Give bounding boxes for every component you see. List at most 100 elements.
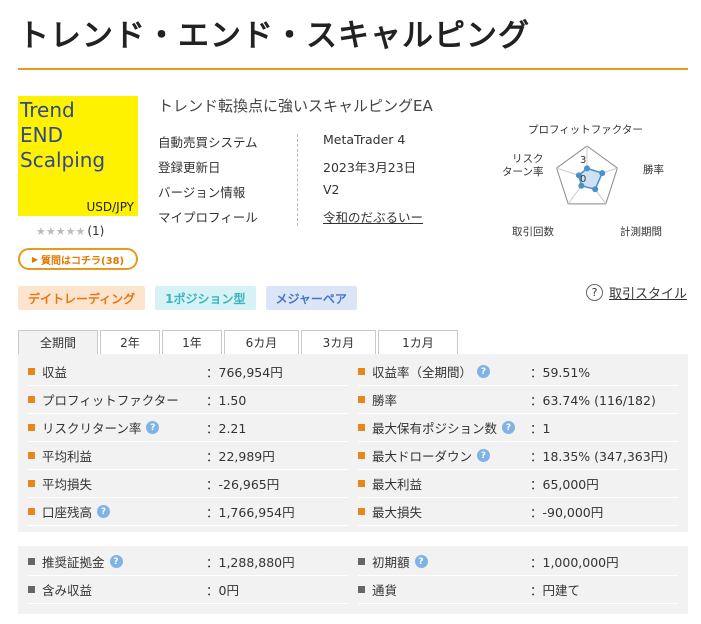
info-value: V2 (323, 182, 340, 197)
bullet-square-icon (28, 558, 35, 565)
bullet-square-icon (28, 424, 35, 431)
stat-value: ：1 (530, 421, 551, 436)
question-circle-icon: ? (586, 284, 603, 301)
stat-label: 最大ドローダウン? (372, 446, 491, 465)
tab-3-months[interactable]: 3カ月 (301, 330, 376, 354)
bullet-square-icon (28, 586, 35, 593)
stat-row: 勝率 ：63.74% (116/182) (358, 386, 678, 414)
help-icon[interactable]: ? (477, 449, 491, 462)
stat-row: 通貨 ：円建て (358, 576, 678, 604)
bullet-square-icon (28, 480, 35, 487)
trading-style-link[interactable]: ? 取引スタイル (586, 283, 687, 302)
stat-label-text: 口座残高 (42, 505, 93, 520)
stat-label-text: 収益 (42, 365, 68, 380)
tab-1-month[interactable]: 1カ月 (378, 330, 458, 354)
stat-value: ：円建て (530, 583, 581, 598)
radar-label-trades: 取引回数 (512, 226, 554, 238)
stat-label: 口座残高? (42, 502, 111, 521)
stat-label-text: 含み収益 (42, 583, 93, 598)
help-icon[interactable]: ? (109, 555, 123, 568)
stat-label-text: 最大保有ポジション数 (372, 421, 498, 436)
stat-row: 最大利益 ：65,000円 (358, 470, 678, 498)
page-title: トレンド・エンド・スキャルピング (18, 18, 530, 54)
tab-6-months[interactable]: 6カ月 (224, 330, 299, 354)
stat-label-text: リスクリターン率 (42, 421, 142, 436)
stat-row: 最大ドローダウン? ：18.35% (347,363円) (358, 442, 678, 470)
title-divider (18, 68, 688, 70)
tag-one-position[interactable]: 1ポジション型 (155, 286, 256, 310)
logo-line-3: Scalping (20, 148, 106, 172)
logo-line-1: Trend (20, 98, 75, 122)
info-value: 2023年3月23日 (323, 160, 417, 175)
radar-label-period: 計測期間 (620, 226, 662, 238)
style-tags: デイトレーディング 1ポジション型 メジャーペア (18, 286, 357, 310)
stat-value: ：-26,965円 (206, 477, 280, 492)
stat-label: 収益 (42, 362, 67, 381)
bullet-square-icon (28, 368, 35, 375)
account-panel: 推奨証拠金? ：1,288,880円 初期額? ：1,000,000円含み収益 ：0円 通… (18, 546, 688, 614)
stat-row: 含み収益 ：0円 (28, 576, 348, 604)
stat-label-text: 推奨証拠金 (42, 555, 105, 570)
radar-label-win: 勝率 (643, 164, 664, 176)
info-key: 登録更新日 (158, 160, 221, 175)
stat-label: 平均利益 (42, 446, 92, 465)
stat-row: 最大保有ポジション数? ：1 (358, 414, 678, 442)
help-icon[interactable]: ? (477, 365, 491, 378)
review-count: (1) (87, 224, 105, 238)
bullet-square-icon (358, 480, 365, 487)
stat-value: ：1,000,000円 (530, 555, 619, 570)
stat-value: ：0円 (206, 583, 239, 598)
info-row: バージョン情報 V2 (158, 182, 423, 207)
info-value: MetaTrader 4 (323, 132, 406, 147)
info-key: マイプロフィール (158, 210, 258, 225)
stat-label-text: 平均損失 (42, 477, 93, 492)
stat-label-text: 最大ドローダウン (372, 449, 473, 464)
stat-value: ：22,989円 (206, 449, 275, 464)
bullet-square-icon (358, 586, 365, 593)
info-row: 登録更新日 2023年3月23日 (158, 157, 423, 182)
triangle-right-icon: ▶ (31, 254, 39, 264)
stat-label: 初期額? (372, 552, 428, 571)
profile-link[interactable]: 令和のだぶるいー (323, 210, 423, 225)
stat-value: ：766,954円 (206, 365, 283, 380)
stat-label-text: 通貨 (372, 583, 398, 598)
radar-chart: 3 0 プロフィットファクター 勝率 計測期間 取引回数 リスク ターン率 (500, 116, 695, 246)
stat-value: ：1.50 (206, 393, 247, 408)
trading-style-link-label: 取引スタイル (609, 287, 688, 302)
radar-point-pf (584, 165, 590, 172)
tag-daytrading[interactable]: デイトレーディング (18, 286, 146, 310)
stat-label-text: 最大損失 (372, 505, 423, 520)
stat-value: ：-90,000円 (530, 505, 604, 520)
stat-label: 最大損失 (372, 502, 422, 521)
info-value: 令和のだぶるいー (298, 207, 423, 232)
help-icon[interactable]: ? (146, 421, 160, 434)
logo-currency-pair: USD/JPY (86, 200, 134, 214)
stat-row: 平均損失 ：-26,965円 (28, 470, 348, 498)
help-icon[interactable]: ? (414, 555, 428, 568)
stat-label: 通貨 (372, 580, 397, 599)
tab-2-years[interactable]: 2年 (100, 330, 160, 354)
bullet-square-icon (28, 396, 35, 403)
tab-all-period[interactable]: 全期間 (18, 330, 98, 354)
stat-value: ：65,000円 (530, 477, 599, 492)
stat-value: ：59.51% (530, 365, 591, 380)
tag-major-pair[interactable]: メジャーペア (265, 286, 357, 310)
help-icon[interactable]: ? (502, 421, 516, 434)
stat-label-text: 初期額 (372, 555, 410, 570)
stat-label: 平均損失 (42, 474, 92, 493)
help-icon[interactable]: ? (97, 505, 111, 518)
radar-scale-min: 0 (580, 174, 586, 185)
tab-1-year[interactable]: 1年 (162, 330, 222, 354)
stat-label-text: 最大利益 (372, 477, 423, 492)
stat-row: リスクリターン率? ：2.21 (28, 414, 348, 442)
stat-value: ：1,288,880円 (206, 555, 295, 570)
stat-row: 最大損失 ：-90,000円 (358, 498, 678, 526)
stat-row: 口座残高? ：1,766,954円 (28, 498, 348, 526)
questions-button[interactable]: ▶ 質問はコチラ(38) (18, 248, 138, 270)
radar-point-win (599, 170, 606, 177)
stat-value: ：1,766,954円 (206, 505, 295, 520)
radar-label-risk-line2: ターン率 (502, 166, 544, 178)
stat-row: 平均利益 ：22,989円 (28, 442, 348, 470)
stat-label-text: プロフィットファクター (42, 393, 179, 408)
info-row: マイプロフィール 令和のだぶるいー (158, 207, 423, 232)
